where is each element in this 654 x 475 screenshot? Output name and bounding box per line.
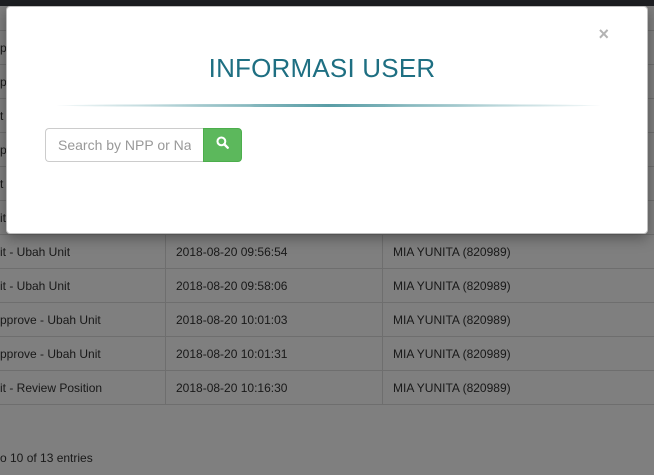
search-icon	[216, 136, 229, 154]
close-button[interactable]: ×	[598, 24, 609, 44]
user-info-modal: × INFORMASI USER	[6, 6, 648, 234]
modal-title: INFORMASI USER	[208, 53, 436, 83]
search-input[interactable]	[45, 128, 203, 162]
search-group	[45, 128, 242, 162]
title-divider	[57, 104, 600, 107]
search-button[interactable]	[203, 128, 242, 162]
